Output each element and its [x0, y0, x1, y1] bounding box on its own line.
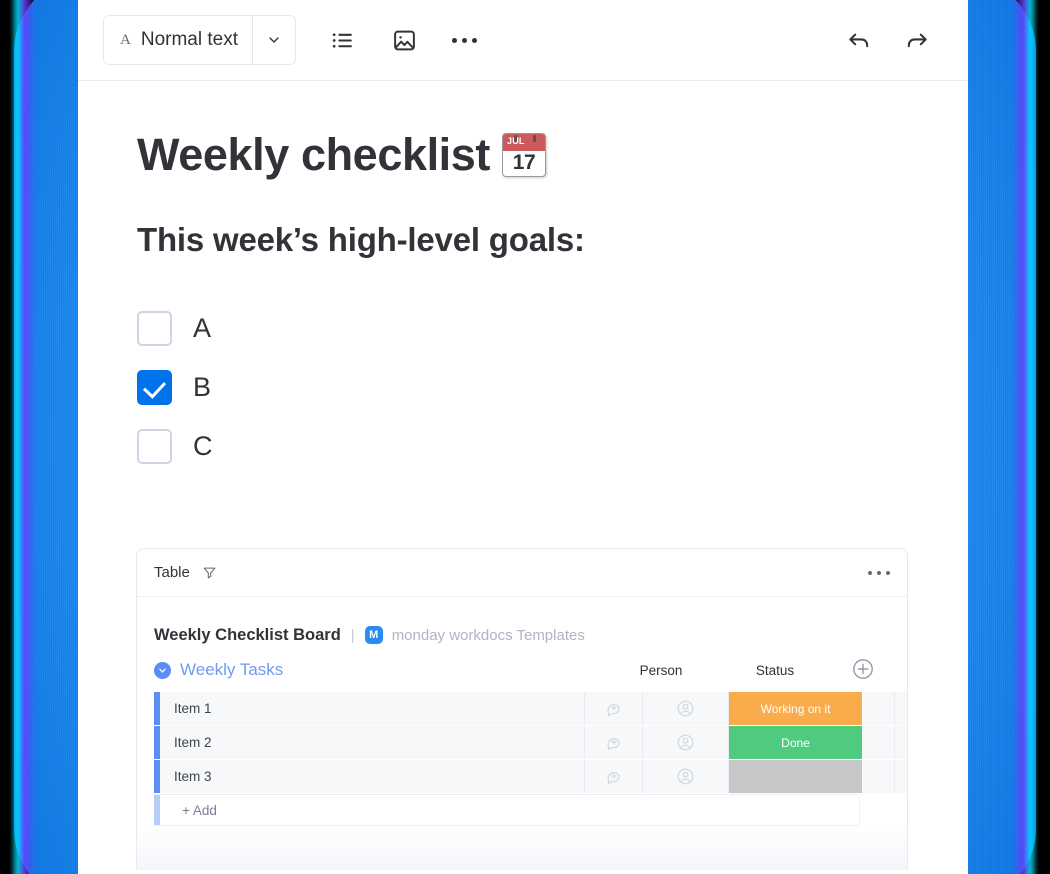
- row-chat-cell[interactable]: [585, 692, 643, 725]
- table-widget-card: Table Weekly Checklist Board | M monday …: [136, 548, 908, 870]
- redo-arrow-icon[interactable]: [896, 19, 938, 61]
- page-title-text: Weekly checklist: [137, 129, 490, 180]
- board-title-row: Weekly Checklist Board | M monday workdo…: [137, 597, 907, 651]
- board-group-name[interactable]: Weekly Tasks: [180, 660, 283, 680]
- person-avatar-icon: [677, 700, 694, 717]
- status-badge: Done: [781, 735, 810, 750]
- add-row-button[interactable]: + Add: [154, 794, 860, 826]
- board-group-header: Weekly Tasks Person Status: [154, 651, 907, 689]
- text-style-label: Normal text: [140, 29, 238, 50]
- filter-icon[interactable]: [202, 565, 217, 580]
- row-status-cell[interactable]: Done: [729, 726, 863, 759]
- row-status-cell[interactable]: Working on it: [729, 692, 863, 725]
- editor-toolbar: A Normal text: [78, 0, 968, 81]
- chevron-down-circle-icon[interactable]: [154, 661, 171, 679]
- table-widget-more-icon[interactable]: [868, 570, 890, 575]
- row-chat-cell[interactable]: [585, 726, 643, 759]
- row-name-text: Item 3: [174, 769, 212, 784]
- calendar-emoji-ring: [514, 135, 517, 142]
- checklist-item-label: B: [193, 372, 212, 402]
- add-row-label: + Add: [182, 802, 217, 818]
- document-panel: A Normal text Weekly checklist 17 This w…: [78, 0, 968, 874]
- toolbar-history-group: [838, 19, 938, 61]
- bulleted-list-icon[interactable]: [322, 19, 364, 61]
- plus-circle-icon[interactable]: [851, 657, 875, 681]
- checkbox-c[interactable]: [137, 429, 172, 464]
- more-options-icon[interactable]: [444, 19, 486, 61]
- calendar-emoji-day: 17: [512, 151, 536, 174]
- checklist-item[interactable]: C: [137, 417, 968, 476]
- text-style-dropdown[interactable]: A Normal text: [103, 15, 296, 65]
- row-chat-cell[interactable]: [585, 760, 643, 793]
- screenshot-stage: A Normal text Weekly checklist 17 This w…: [0, 0, 1050, 874]
- text-style-dropdown-main[interactable]: A Normal text: [104, 16, 252, 64]
- row-person-cell[interactable]: [643, 726, 729, 759]
- person-avatar-icon: [677, 768, 694, 785]
- row-person-cell[interactable]: [643, 692, 729, 725]
- row-tail-cell: [863, 726, 895, 759]
- row-name-cell[interactable]: Item 3: [160, 760, 585, 793]
- row-tail-cell: [863, 692, 895, 725]
- goals-checklist: A B C: [137, 299, 968, 476]
- row-person-cell[interactable]: [643, 760, 729, 793]
- column-header-person[interactable]: Person: [620, 663, 702, 678]
- calendar-emoji-ring: [533, 135, 536, 142]
- card-bottom-fade: [137, 826, 907, 870]
- checkbox-a[interactable]: [137, 311, 172, 346]
- chevron-down-icon[interactable]: [251, 16, 295, 64]
- checklist-item-label: C: [193, 431, 213, 461]
- workspace-badge-icon: M: [364, 626, 383, 644]
- board-workspace-name[interactable]: monday workdocs Templates: [392, 627, 585, 644]
- table-row[interactable]: Item 2 Done: [154, 726, 907, 760]
- board-title-separator: |: [350, 626, 355, 644]
- board-grid: Weekly Tasks Person Status Item 1 Workin…: [137, 651, 907, 826]
- table-widget-title: Table: [154, 564, 190, 581]
- person-avatar-icon: [677, 734, 694, 751]
- checklist-item-label: A: [193, 313, 212, 343]
- column-header-status[interactable]: Status: [725, 663, 825, 678]
- checklist-item[interactable]: B: [137, 358, 968, 417]
- document-body: Weekly checklist JUL 17 This week’s high…: [78, 129, 968, 870]
- table-widget-header: Table: [137, 549, 907, 597]
- chat-add-icon: [607, 738, 620, 751]
- row-name-text: Item 1: [174, 701, 212, 716]
- board-rows: Item 1 Working on it Item 2 Done Item 3 …: [154, 692, 907, 826]
- row-status-cell[interactable]: [729, 760, 863, 793]
- row-tail-cell: [863, 760, 895, 793]
- table-row[interactable]: Item 3: [154, 760, 907, 794]
- chat-add-icon: [607, 772, 620, 785]
- undo-arrow-icon[interactable]: [838, 19, 880, 61]
- row-name-cell[interactable]: Item 2: [160, 726, 585, 759]
- image-icon[interactable]: [384, 19, 426, 61]
- page-subtitle: This week’s high-level goals:: [137, 221, 585, 258]
- row-name-text: Item 2: [174, 735, 212, 750]
- chat-add-icon: [607, 704, 620, 717]
- checkbox-b[interactable]: [137, 370, 172, 405]
- calendar-emoji: JUL 17: [502, 133, 546, 177]
- table-row[interactable]: Item 1 Working on it: [154, 692, 907, 726]
- page-title: Weekly checklist JUL 17: [137, 129, 968, 181]
- board-name[interactable]: Weekly Checklist Board: [154, 626, 341, 645]
- row-name-cell[interactable]: Item 1: [160, 692, 585, 725]
- checklist-item[interactable]: A: [137, 299, 968, 358]
- more-options-dots: [452, 37, 478, 43]
- text-format-icon: A: [120, 31, 131, 48]
- status-badge: Working on it: [760, 701, 831, 716]
